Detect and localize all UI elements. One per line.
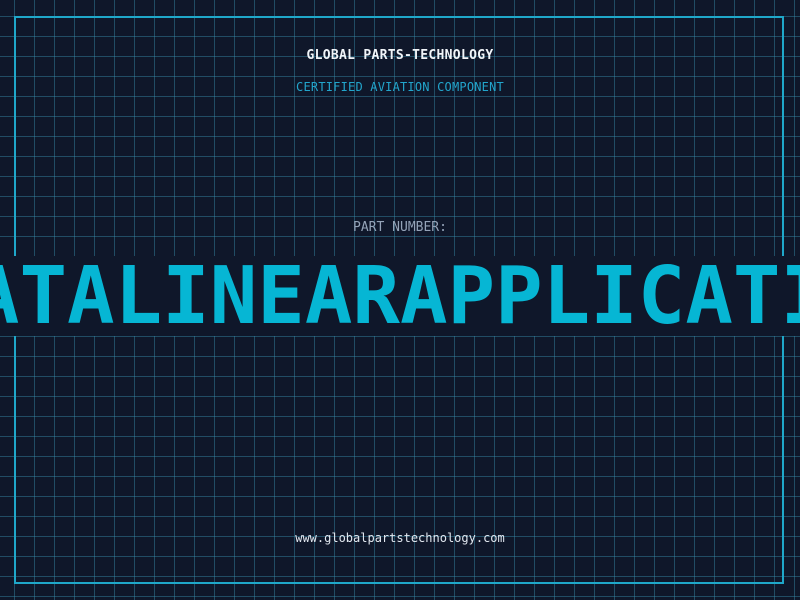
part-number-band: DATALINEARAPPLICATIO	[0, 256, 800, 336]
part-number-value: DATALINEARAPPLICATIO	[0, 256, 800, 336]
website-url: www.globalpartstechnology.com	[295, 531, 505, 545]
certification-tagline: CERTIFIED AVIATION COMPONENT	[296, 80, 504, 94]
part-number-label: PART NUMBER:	[353, 220, 447, 235]
brand-title: GLOBAL PARTS-TECHNOLOGY	[306, 48, 494, 63]
